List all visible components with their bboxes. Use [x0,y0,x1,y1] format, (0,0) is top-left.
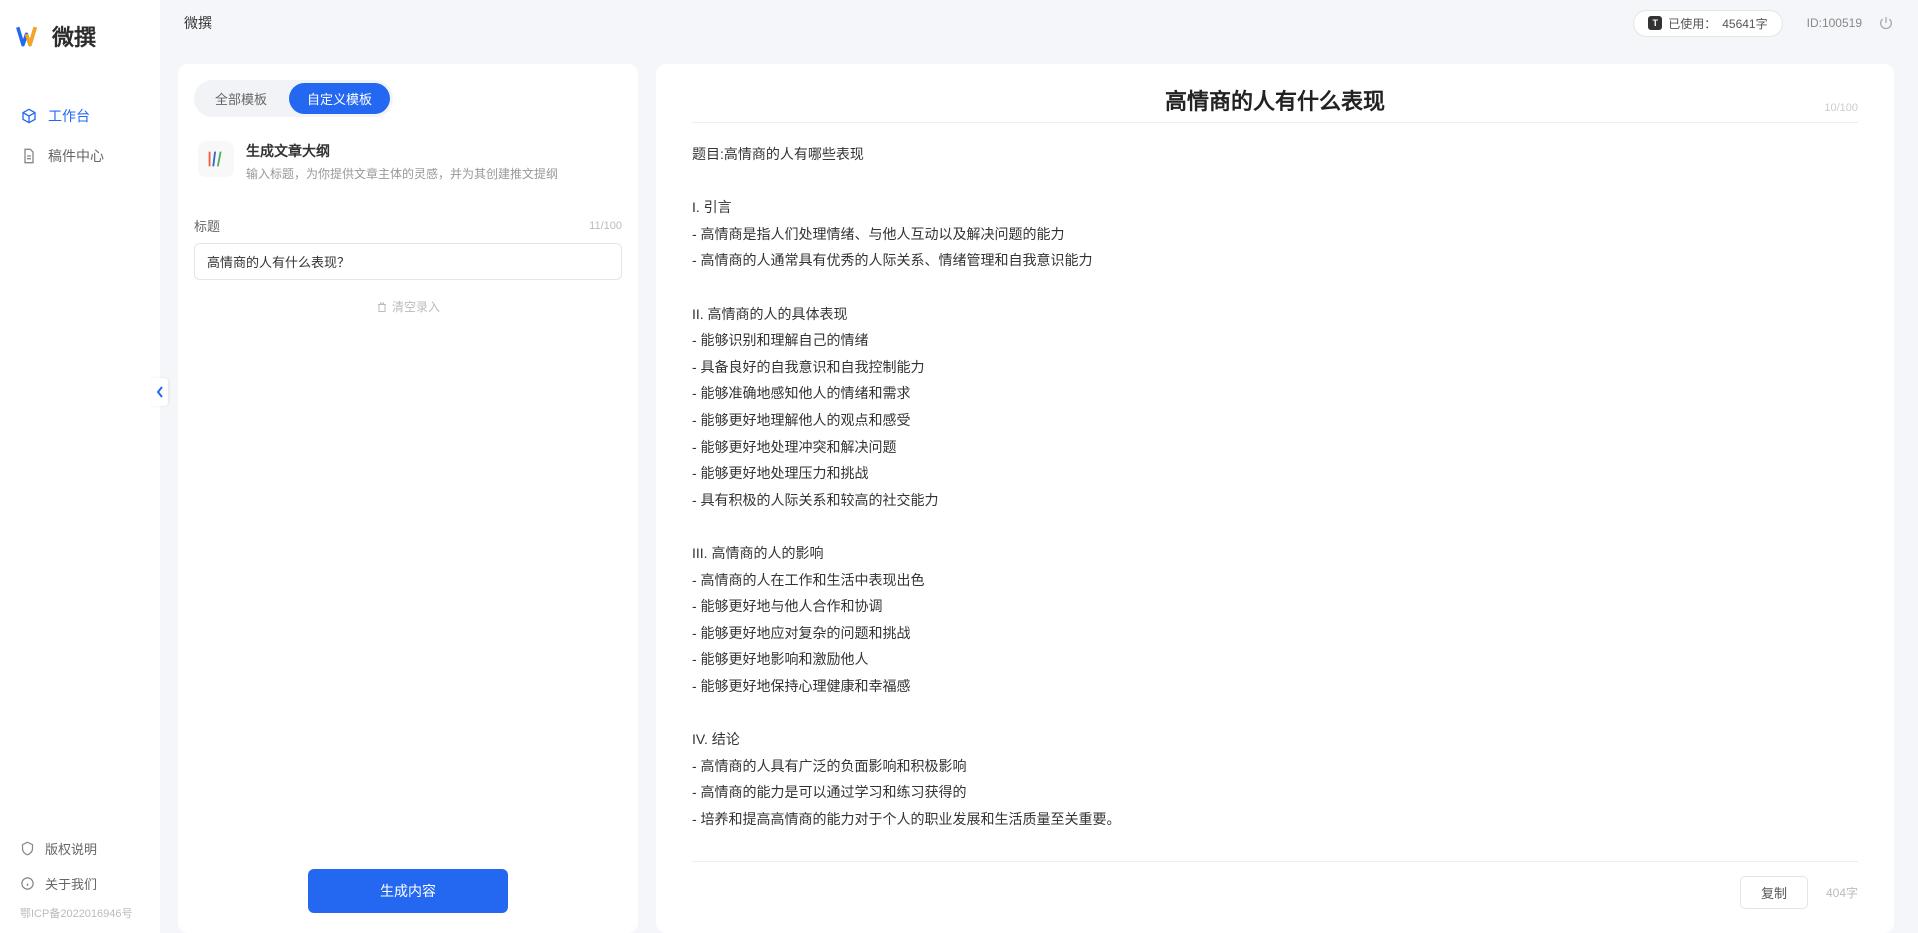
sidebar-collapse-button[interactable] [152,378,168,406]
template-title: 生成文章大纲 [246,141,558,161]
chevron-left-icon [156,386,164,398]
usage-prefix: 已使用： [1668,15,1716,32]
sidebar-footer: 版权说明 关于我们 鄂ICP备2022016946号 [0,831,160,933]
icp-label: 鄂ICP备2022016946号 [0,901,160,921]
template-icon [198,141,234,177]
content: 全部模板 自定义模板 生成文章大纲 输入标题，为你提供文章主体的灵感，并为其创建… [160,46,1918,933]
usage-value: 45641字 [1722,15,1767,32]
page-title: 微撰 [184,13,212,33]
power-icon[interactable] [1878,15,1894,31]
title-field-counter: 11/100 [589,220,622,232]
output-char-count: 404字 [1826,884,1858,901]
nav-item-drafts[interactable]: 稿件中心 [0,136,160,176]
copy-button[interactable]: 复制 [1740,876,1808,909]
generate-button[interactable]: 生成内容 [308,869,508,913]
tab-all-templates[interactable]: 全部模板 [197,83,285,114]
shield-icon [20,841,35,856]
sidebar: 微撰 工作台 稿件中心 版权说明 [0,0,160,933]
clear-button[interactable]: 清空录入 [194,298,622,315]
output-body[interactable]: 题目:高情商的人有哪些表现 I. 引言 - 高情商是指人们处理情绪、与他人互动以… [692,141,1858,849]
logo-icon [16,22,44,50]
logo-text: 微撰 [52,20,96,52]
main: 微撰 T 已使用： 45641字 ID:100519 全部模板 自定义模板 [160,0,1918,933]
info-icon [20,876,35,891]
app-logo: 微撰 [0,0,160,76]
template-card: 生成文章大纲 输入标题，为你提供文章主体的灵感，并为其创建推文提纲 [194,135,622,198]
divider [692,122,1858,123]
trash-icon [376,301,388,313]
nav-item-workbench[interactable]: 工作台 [0,96,160,136]
nav: 工作台 稿件中心 [0,76,160,831]
document-icon [20,147,38,165]
topbar: 微撰 T 已使用： 45641字 ID:100519 [160,0,1918,46]
text-icon: T [1648,16,1662,30]
nav-label: 稿件中心 [48,146,104,166]
title-input[interactable] [194,243,622,280]
template-tabs: 全部模板 自定义模板 [194,80,393,117]
nav-label: 工作台 [48,106,90,126]
output-title: 高情商的人有什么表现 [1165,84,1385,116]
template-description: 输入标题，为你提供文章主体的灵感，并为其创建推文提纲 [246,165,558,182]
cube-icon [20,107,38,125]
footer-copyright[interactable]: 版权说明 [0,831,160,866]
title-field-label: 标题 [194,216,220,235]
footer-label: 关于我们 [45,874,97,893]
clear-label: 清空录入 [392,298,440,315]
user-id: ID:100519 [1807,16,1862,30]
usage-badge[interactable]: T 已使用： 45641字 [1633,10,1782,37]
input-panel: 全部模板 自定义模板 生成文章大纲 输入标题，为你提供文章主体的灵感，并为其创建… [178,64,638,933]
footer-about[interactable]: 关于我们 [0,866,160,901]
tab-custom-templates[interactable]: 自定义模板 [289,83,390,114]
output-footer: 复制 404字 [692,861,1858,909]
footer-label: 版权说明 [45,839,97,858]
output-title-counter: 10/100 [1824,102,1858,114]
output-panel: 高情商的人有什么表现 10/100 题目:高情商的人有哪些表现 I. 引言 - … [656,64,1894,933]
